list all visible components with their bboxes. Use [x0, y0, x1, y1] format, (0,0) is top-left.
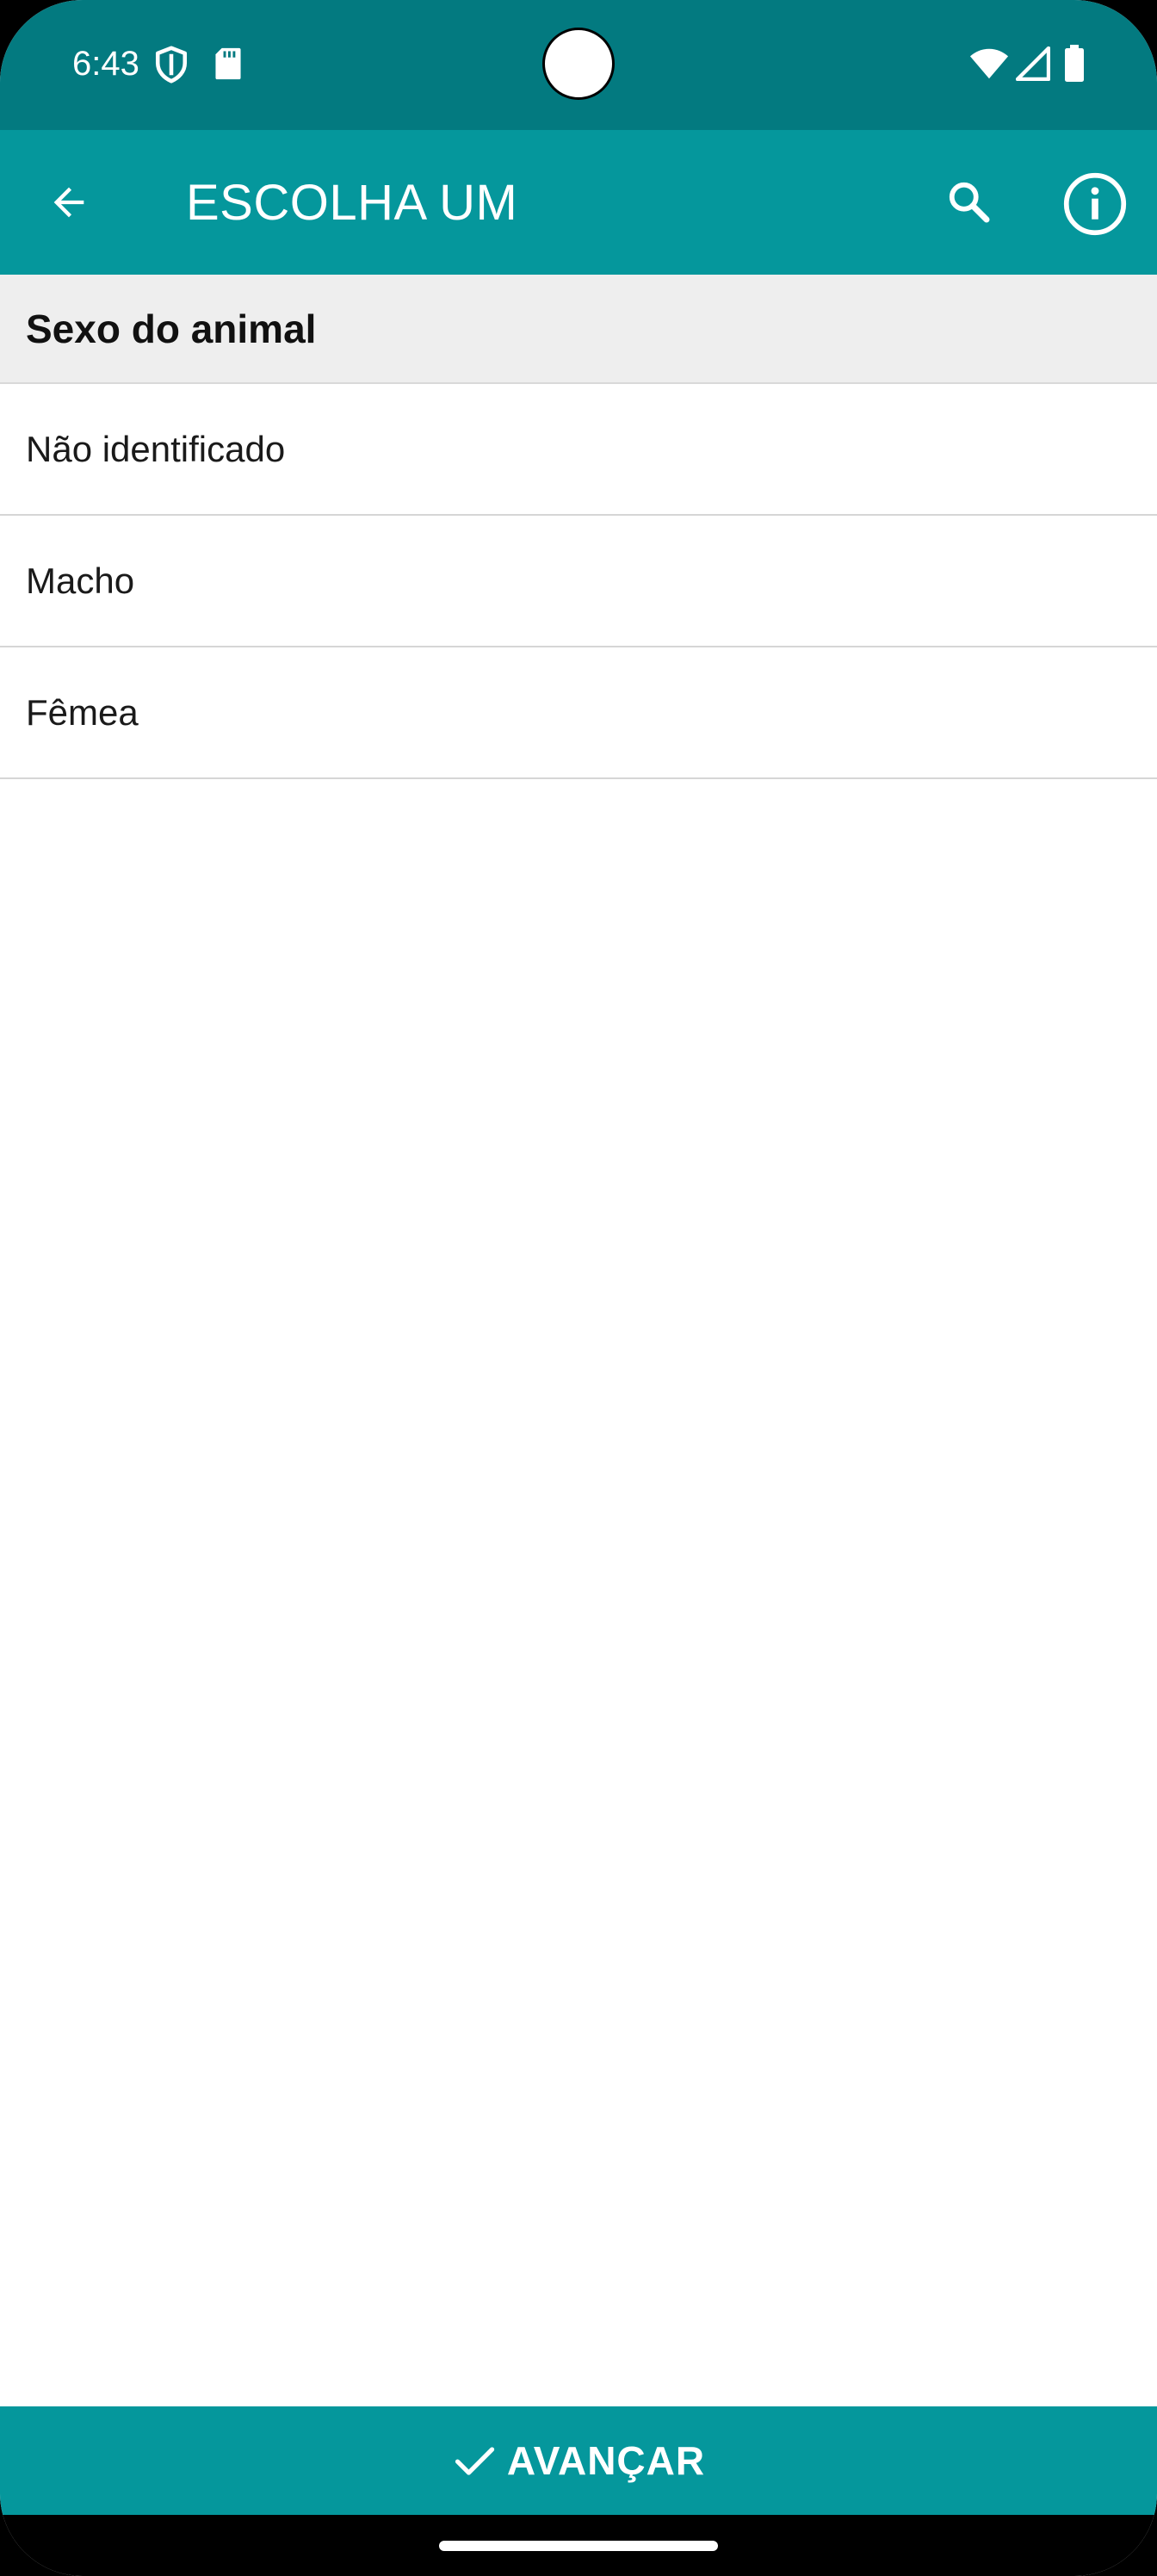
- status-time: 6:43: [72, 45, 139, 83]
- check-icon: [455, 2447, 495, 2475]
- option-nao-identificado[interactable]: Não identificado: [0, 384, 1157, 516]
- arrow-left-icon: [53, 187, 84, 218]
- advance-button[interactable]: AVANÇAR: [0, 2406, 1157, 2515]
- advance-button-label: AVANÇAR: [506, 2438, 706, 2483]
- section-title: Sexo do animal: [26, 307, 317, 351]
- option-list: Não identificado Macho Fêmea: [0, 384, 1157, 779]
- option-macho[interactable]: Macho: [0, 516, 1157, 647]
- navigation-bar: [0, 2515, 1157, 2576]
- info-icon: [1063, 172, 1127, 236]
- wifi-icon: [969, 48, 1009, 79]
- option-label: Macho: [26, 560, 135, 601]
- phone-screen: 6:43 ESCOLHA UM Sexo do animal Não ident…: [0, 0, 1157, 2576]
- option-femea[interactable]: Fêmea: [0, 647, 1157, 779]
- info-button[interactable]: [1059, 168, 1131, 240]
- front-camera: [542, 28, 615, 100]
- home-indicator[interactable]: [439, 2541, 718, 2551]
- status-bar: 6:43: [0, 0, 1157, 130]
- option-label: Fêmea: [26, 691, 139, 733]
- shield-icon: [155, 46, 188, 84]
- app-bar: ESCOLHA UM: [0, 130, 1157, 275]
- signal-icon: [1016, 46, 1050, 81]
- back-button[interactable]: [34, 168, 103, 237]
- search-icon: [949, 182, 990, 223]
- battery-icon: [1065, 45, 1084, 82]
- option-label: Não identificado: [26, 428, 286, 469]
- section-header: Sexo do animal: [0, 275, 1157, 384]
- sd-card-icon: [215, 47, 241, 80]
- search-button[interactable]: [935, 168, 1004, 237]
- page-title: ESCOLHA UM: [186, 175, 518, 231]
